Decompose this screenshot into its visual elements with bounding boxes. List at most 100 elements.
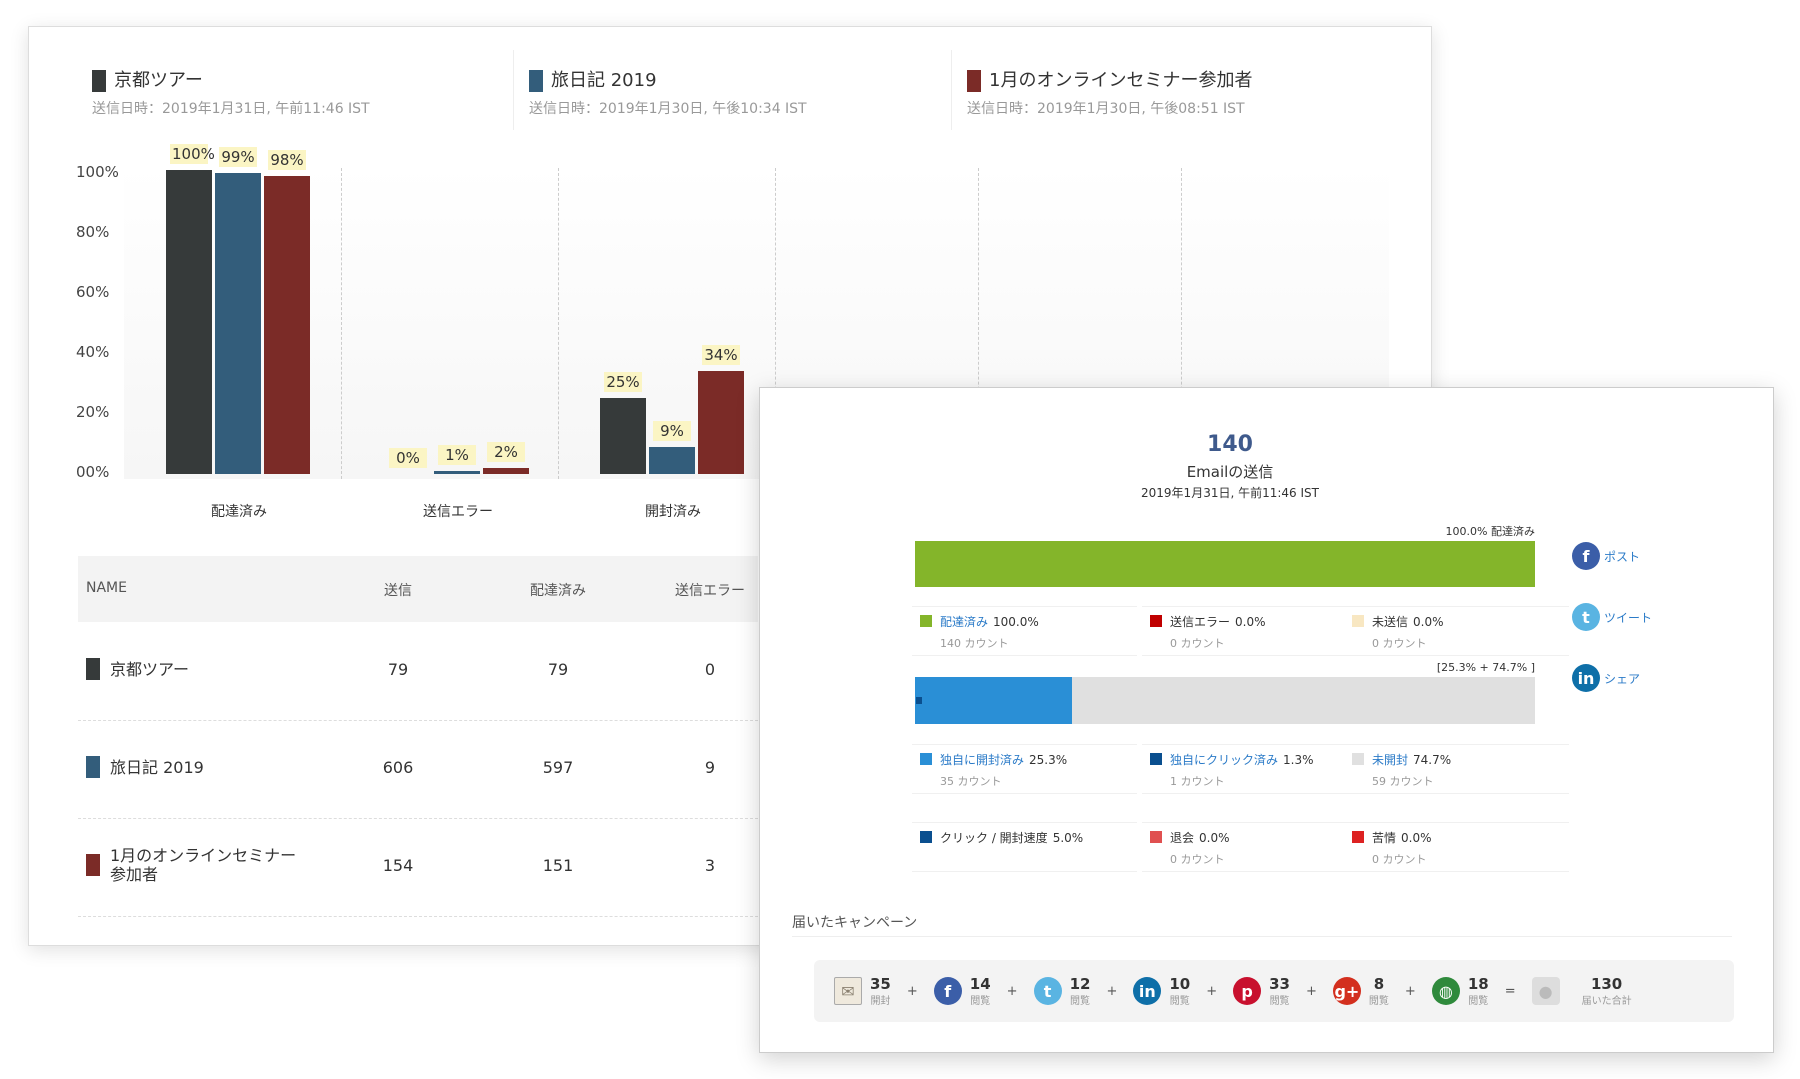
legend-count: 1 カウント (1170, 775, 1225, 788)
campaign-name: 1月のオンラインセミナー参加者 (989, 70, 1253, 91)
linkedin-share-button[interactable]: in シェア (1572, 664, 1640, 692)
table-cell: 606 (382, 758, 414, 777)
campaign-title: 旅日記 2019 (529, 66, 807, 92)
share-label: ポスト (1604, 549, 1641, 564)
facebook-icon: f (1572, 542, 1600, 570)
legend-item: クリック / 開封速度 5.0% (912, 822, 1137, 872)
bar[interactable] (600, 398, 646, 474)
bar[interactable] (483, 467, 529, 474)
table-cell: 154 (382, 856, 414, 875)
legend-count: 0 カウント (1372, 637, 1427, 650)
column-header[interactable]: 送信エラー (660, 580, 760, 600)
row-divider (78, 720, 758, 721)
total-count: 130 (1590, 974, 1623, 993)
legend-value: 0.0% (1413, 615, 1444, 629)
table-cell[interactable]: 京都ツアー (110, 660, 310, 679)
reach-count: 12 (1069, 974, 1091, 993)
column-header[interactable]: 配達済み (508, 580, 608, 600)
campaign-color-swatch (92, 70, 106, 92)
twitter-share-button[interactable]: t ツイート (1572, 603, 1652, 631)
linkedin-icon: in (1572, 664, 1600, 692)
reach-count: 35 (870, 974, 891, 993)
plus-sign: + (1006, 983, 1018, 999)
plus-sign: + (1106, 983, 1118, 999)
reach-item: ✉ 35 開封 (834, 976, 891, 1007)
table-cell: 79 (547, 660, 569, 679)
legend-swatch-icon (1352, 753, 1364, 765)
reach-item: t 12 閲覧 (1033, 974, 1091, 1007)
reach-count: 33 (1269, 974, 1290, 993)
facebook-icon: f (933, 977, 962, 1005)
table-cell[interactable]: 旅日記 2019 (110, 758, 310, 777)
legend-value: 5.0% (1052, 831, 1084, 845)
y-tick-label: 60% (76, 283, 110, 301)
legend-label: 送信エラー (1170, 615, 1231, 629)
legend-label: 未送信 (1372, 615, 1409, 629)
reach-count: 18 (1467, 974, 1489, 993)
reach-label: 閲覧 (1269, 995, 1290, 1007)
reach-item: ◍ 18 閲覧 (1431, 974, 1489, 1007)
legend-label[interactable]: 独自に開封済み (940, 753, 1024, 767)
reach-item: f 14 閲覧 (933, 976, 991, 1007)
legend-swatch-icon (1150, 753, 1162, 765)
plus-sign: + (1206, 983, 1218, 999)
legend-swatch-icon (1352, 831, 1364, 843)
plus-sign: + (906, 983, 918, 999)
linkedin-icon: in (1133, 977, 1162, 1005)
person-icon: ● (1531, 977, 1560, 1005)
bar[interactable] (698, 370, 744, 474)
legend-item: 独自にクリック済み 1.3% 1 カウント (1142, 744, 1367, 794)
gridline (341, 168, 342, 479)
legend-swatch-icon (920, 831, 932, 843)
legend-label[interactable]: 未開封 (1372, 753, 1408, 767)
column-header[interactable]: NAME (86, 580, 286, 596)
bar[interactable] (264, 176, 310, 474)
equals-sign: = (1504, 983, 1516, 999)
x-category-label: 配達済み (211, 504, 267, 520)
pinterest-icon: p (1233, 977, 1262, 1005)
envelope-icon: ✉ (834, 977, 862, 1005)
legend-label: クリック / 開封速度 (940, 831, 1048, 845)
campaign-color-swatch (529, 70, 543, 92)
googleplus-icon: g+ (1332, 977, 1361, 1005)
campaign-header[interactable]: 京都ツアー 送信日時：2019年1月31日, 午前11:46 IST (92, 66, 370, 118)
table-cell: 3 (704, 856, 716, 875)
campaign-color-swatch (967, 70, 981, 92)
bar[interactable] (649, 446, 695, 474)
campaign-title: 京都ツアー (92, 66, 370, 92)
legend-count: 0 カウント (1170, 637, 1225, 650)
legend-count: 35 カウント (940, 775, 1002, 788)
legend-label[interactable]: 独自にクリック済み (1170, 753, 1278, 767)
open-bar (915, 677, 1535, 724)
legend-count: 59 カウント (1372, 775, 1434, 788)
legend-value: 0.0% (1199, 831, 1230, 845)
campaign-header[interactable]: 1月のオンラインセミナー参加者送信日時：2019年1月30日, 午後08:51 … (967, 66, 1252, 118)
reach-title: 届いたキャンペーン (792, 915, 918, 931)
legend-swatch-icon (920, 753, 932, 765)
bar[interactable] (215, 173, 261, 474)
reach-total: ● 130 届いた合計 (1531, 974, 1632, 1007)
y-tick-label: 100% (76, 163, 119, 181)
legend-label[interactable]: 配達済み (940, 615, 988, 629)
reach-item: p 33 閲覧 (1233, 976, 1290, 1007)
legend-value: 74.7% (1413, 753, 1452, 767)
bar[interactable] (434, 470, 480, 474)
column-header[interactable]: 送信 (348, 580, 448, 600)
x-category-label: 開封済み (645, 504, 701, 520)
y-tick-label: 00% (76, 463, 110, 481)
facebook-share-button[interactable]: f ポスト (1572, 542, 1640, 570)
campaign-name: 京都ツアー (114, 70, 203, 91)
share-label: ツイート (1604, 610, 1653, 625)
campaign-date: 送信日時：2019年1月30日, 午後08:51 IST (967, 101, 1245, 117)
campaign-header[interactable]: 旅日記 2019 送信日時：2019年1月30日, 午後10:34 IST (529, 66, 807, 118)
bar[interactable] (166, 170, 212, 474)
campaign-color-swatch (86, 854, 100, 876)
data-label: 1% (438, 444, 476, 465)
data-label: 34% (702, 344, 740, 365)
table-cell: 597 (542, 758, 574, 777)
data-label: 98% (268, 150, 306, 171)
table-cell[interactable]: 1月のオンラインセミナー 参加者 (110, 846, 310, 884)
y-tick-label: 20% (76, 403, 110, 421)
legend-item: 未送信 0.0% 0 カウント (1344, 606, 1569, 656)
reach-label: 閲覧 (1169, 995, 1190, 1007)
